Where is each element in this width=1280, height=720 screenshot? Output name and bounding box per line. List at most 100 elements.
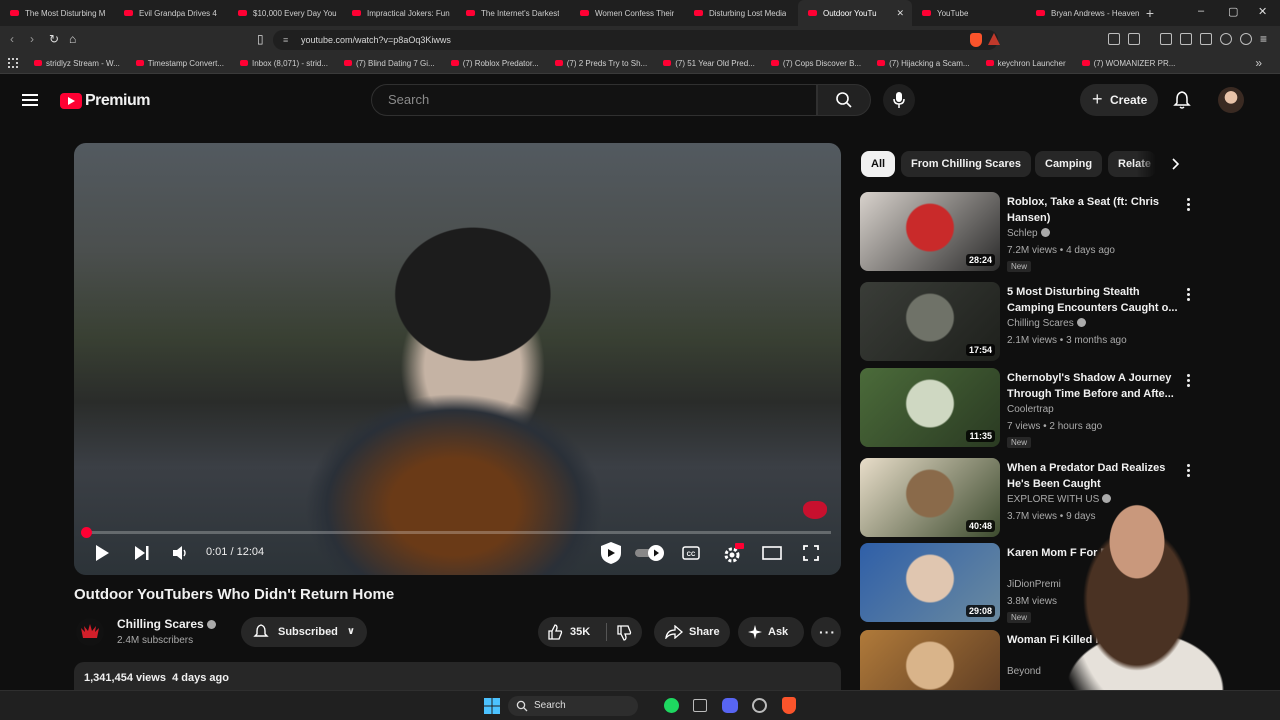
chevron-right-icon[interactable] <box>1168 157 1182 171</box>
more-actions-button[interactable]: ··· <box>811 617 841 647</box>
bookmark-item[interactable]: stridlyz Stream - W... <box>34 59 120 68</box>
shield-icon[interactable] <box>1240 33 1252 45</box>
create-button[interactable]: Create <box>1080 83 1158 116</box>
more-vertical-icon[interactable] <box>1187 288 1191 303</box>
channel-name[interactable]: Chilling Scares <box>117 617 216 631</box>
autoplay-toggle[interactable] <box>634 544 666 562</box>
brave-browser-icon[interactable] <box>782 697 796 714</box>
hamburger-menu-icon[interactable] <box>22 94 38 106</box>
taskbar-search[interactable]: Search <box>508 696 638 716</box>
site-info-icon[interactable]: ≡ <box>283 30 288 50</box>
youtube-premium-logo[interactable]: Premium <box>60 92 150 110</box>
browser-tab[interactable]: Disturbing Lost Media <box>684 0 798 26</box>
like-button[interactable]: 35K <box>546 617 602 647</box>
bookmark-icon[interactable]: ▯ <box>257 32 264 46</box>
recommended-channel[interactable]: Schlep <box>1007 228 1050 239</box>
recommended-title[interactable]: 5 Most Disturbing Stealth Camping Encoun… <box>1007 284 1187 316</box>
maximize-icon[interactable]: ▢ <box>1228 5 1238 18</box>
thumbs-down-icon[interactable] <box>616 625 632 641</box>
bookmark-item[interactable]: (7) Hijacking a Scam... <box>877 59 970 68</box>
brave-shield-icon[interactable] <box>970 33 982 47</box>
bookmark-item[interactable]: (7) Blind Dating 7 Gi... <box>344 59 435 68</box>
recommended-video[interactable]: 17:54 5 Most Disturbing Stealth Camping E… <box>860 282 1260 362</box>
channel-watermark-icon[interactable] <box>803 501 827 519</box>
play-icon[interactable] <box>94 544 110 562</box>
back-arrow-icon[interactable]: ‹ <box>10 32 14 46</box>
captions-icon[interactable]: CC <box>682 546 700 560</box>
subscribed-button[interactable]: Subscribed ∨ <box>241 617 367 647</box>
app-icon[interactable] <box>752 698 767 713</box>
brave-rewards-icon[interactable] <box>988 33 1000 45</box>
chip-related[interactable]: Relate <box>1108 151 1156 177</box>
browser-tab[interactable]: Outdoor YouTu ✕ <box>798 0 912 26</box>
account-avatar[interactable] <box>1218 87 1244 113</box>
video-thumbnail[interactable]: 28:24 <box>860 192 1000 271</box>
wallet-icon[interactable] <box>1200 33 1212 45</box>
app-icon[interactable] <box>693 699 707 712</box>
minimize-icon[interactable]: – <box>1198 5 1204 17</box>
video-thumbnail[interactable]: 40:48 <box>860 458 1000 537</box>
browser-tab[interactable]: Evil Grandpa Drives 4 <box>114 0 228 26</box>
browser-tab[interactable]: YouTube <box>912 0 1026 26</box>
bookmark-item[interactable]: (7) WOMANIZER PR... <box>1081 59 1175 68</box>
theater-mode-icon[interactable] <box>762 546 782 560</box>
reload-icon[interactable]: ↻ <box>49 32 59 46</box>
channel-avatar[interactable] <box>76 618 104 646</box>
sidebar-icon[interactable] <box>1180 33 1192 45</box>
chip-all[interactable]: All <box>861 151 896 177</box>
sponsor-shield-icon[interactable] <box>598 540 624 566</box>
bookmark-item[interactable]: (7) 51 Year Old Pred... <box>663 59 755 68</box>
menu-icon[interactable]: ≡ <box>1260 32 1267 46</box>
browser-tab[interactable]: Impractical Jokers: Fun <box>342 0 456 26</box>
vpn-icon[interactable] <box>1220 33 1232 45</box>
windows-start-icon[interactable] <box>484 698 500 714</box>
browser-tab[interactable]: The Most Disturbing M <box>0 0 114 26</box>
description-box[interactable]: 1,341,454 views 4 days ago <box>74 662 841 692</box>
forward-arrow-icon[interactable]: › <box>30 32 34 46</box>
video-player[interactable]: 0:01 / 12:04 CC <box>74 143 841 575</box>
browser-tab[interactable]: Women Confess Their <box>570 0 684 26</box>
share-button[interactable]: Share <box>654 617 730 647</box>
video-frame[interactable] <box>74 143 841 575</box>
chip-from-channel[interactable]: From Chilling Scares <box>901 151 1032 177</box>
fullscreen-icon[interactable] <box>803 545 819 561</box>
volume-icon[interactable] <box>172 545 188 561</box>
video-thumbnail[interactable]: 17:54 <box>860 282 1000 361</box>
next-video-icon[interactable] <box>134 545 150 561</box>
close-window-icon[interactable]: ✕ <box>1258 5 1267 18</box>
bookmark-item[interactable]: Timestamp Convert... <box>135 59 224 68</box>
more-vertical-icon[interactable] <box>1187 374 1191 389</box>
settings-gear-icon[interactable] <box>722 543 744 565</box>
bookmark-item[interactable]: keychron Launcher <box>985 59 1066 68</box>
notifications-bell-icon[interactable] <box>1172 90 1192 110</box>
new-tab-button[interactable]: + <box>1140 5 1160 21</box>
extension-icon[interactable] <box>1108 33 1120 45</box>
recommended-title[interactable]: Chernobyl's Shadow A Journey Through Tim… <box>1007 370 1187 402</box>
video-thumbnail[interactable]: 29:08 <box>860 543 1000 622</box>
more-bookmarks-icon[interactable]: » <box>1255 56 1262 70</box>
media-icon[interactable] <box>1160 33 1172 45</box>
search-input[interactable]: Search <box>371 84 817 116</box>
apps-grid-icon[interactable] <box>8 58 18 68</box>
recommended-video[interactable]: 11:35 Chernobyl's Shadow A Journey Throug… <box>860 368 1260 448</box>
home-icon[interactable]: ⌂ <box>69 32 76 46</box>
bookmark-item[interactable]: (7) Roblox Predator... <box>450 59 539 68</box>
recommended-channel[interactable]: Chilling Scares <box>1007 318 1086 329</box>
recommended-title[interactable]: Roblox, Take a Seat (ft: Chris Hansen) <box>1007 194 1187 226</box>
discord-icon[interactable] <box>722 698 738 713</box>
search-button[interactable] <box>817 84 871 116</box>
recommended-channel[interactable]: Coolertrap <box>1007 404 1054 415</box>
voice-search-button[interactable] <box>883 84 915 116</box>
extension-icon[interactable] <box>1128 33 1140 45</box>
spotify-icon[interactable] <box>664 698 679 713</box>
recommended-video[interactable]: 28:24 Roblox, Take a Seat (ft: Chris Hans… <box>860 192 1260 272</box>
close-tab-icon[interactable]: ✕ <box>896 8 904 19</box>
url-bar[interactable]: ≡ youtube.com/watch?v=p8aOq3Kiwws <box>273 30 1000 50</box>
more-vertical-icon[interactable] <box>1187 198 1191 213</box>
ask-button[interactable]: Ask <box>738 617 804 647</box>
bookmark-item[interactable]: (7) Cops Discover B... <box>770 59 861 68</box>
browser-tab[interactable]: $10,000 Every Day You <box>228 0 342 26</box>
bookmark-item[interactable]: Inbox (8,071) - strid... <box>239 59 328 68</box>
chip-camping[interactable]: Camping <box>1035 151 1103 177</box>
video-thumbnail[interactable]: 11:35 <box>860 368 1000 447</box>
